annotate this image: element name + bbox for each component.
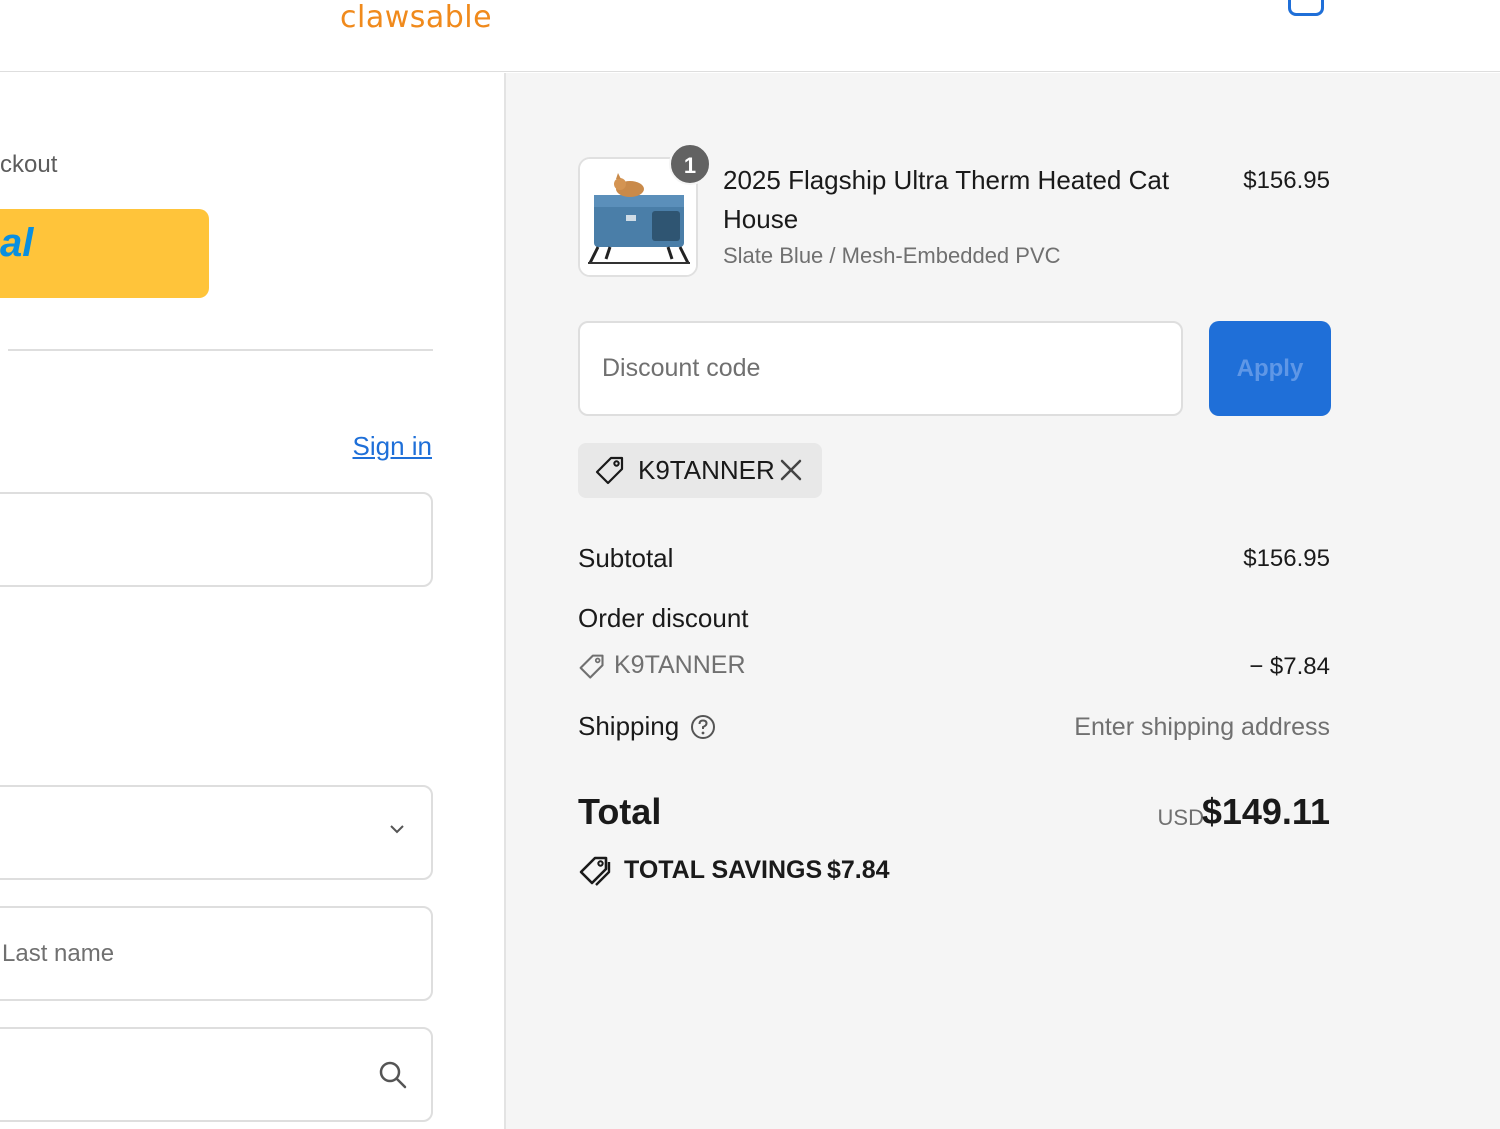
currency-code: USD bbox=[1157, 805, 1204, 830]
subtotal-label: Subtotal bbox=[578, 543, 674, 573]
total-savings-label: TOTAL SAVINGS bbox=[624, 856, 823, 884]
close-icon[interactable] bbox=[778, 457, 804, 483]
address-field[interactable] bbox=[0, 1027, 433, 1122]
total-value: $149.11 bbox=[1201, 791, 1330, 832]
shipping-label: Shipping bbox=[578, 711, 680, 741]
tag-icon bbox=[579, 654, 604, 679]
order-discount-code: K9TANNER bbox=[614, 651, 746, 679]
store-logo[interactable]: clawsable bbox=[340, 0, 492, 36]
total-label: Total bbox=[578, 791, 662, 832]
sign-in-link[interactable]: Sign in bbox=[353, 431, 433, 462]
shipping-value: Enter shipping address bbox=[1074, 713, 1330, 741]
express-checkout-label: ckout bbox=[0, 151, 58, 178]
last-name-field[interactable]: Last name bbox=[0, 906, 433, 1001]
checkout-header: clawsable bbox=[0, 0, 1500, 72]
product-title: 2025 Flagship Ultra Therm Heated Cat Hou… bbox=[723, 165, 1170, 234]
product-variant: Slate Blue / Mesh-Embedded PVC bbox=[723, 243, 1061, 268]
help-circle-icon[interactable] bbox=[690, 714, 716, 740]
discount-code-input[interactable] bbox=[578, 321, 1183, 416]
applied-discount-code: K9TANNER bbox=[638, 455, 775, 485]
paypal-logo: al bbox=[0, 221, 34, 265]
product-price: $156.95 bbox=[1243, 167, 1330, 194]
tag-icon bbox=[595, 456, 624, 485]
chevron-down-icon bbox=[390, 825, 404, 834]
quantity-badge: 1 bbox=[669, 143, 711, 185]
savings-tag-icon bbox=[579, 856, 611, 886]
order-discount-value: − $7.84 bbox=[1249, 653, 1330, 680]
total-savings-value: $7.84 bbox=[827, 856, 890, 884]
search-icon bbox=[379, 1061, 407, 1089]
bag-icon[interactable] bbox=[1288, 0, 1324, 16]
paypal-button[interactable]: al bbox=[0, 209, 209, 298]
order-summary: 1 2025 Flagship Ultra Therm Heated Cat H… bbox=[504, 73, 1500, 1129]
subtotal-value: $156.95 bbox=[1243, 545, 1330, 572]
applied-discount-chip: K9TANNER bbox=[578, 443, 822, 498]
last-name-placeholder: Last name bbox=[2, 940, 115, 967]
country-select[interactable] bbox=[0, 785, 433, 880]
apply-discount-button[interactable]: Apply bbox=[1209, 321, 1331, 416]
order-discount-label: Order discount bbox=[578, 603, 749, 633]
checkout-form-column: ckout al Sign in Last name bbox=[0, 73, 504, 1129]
email-field[interactable] bbox=[0, 492, 433, 587]
divider bbox=[8, 349, 433, 351]
